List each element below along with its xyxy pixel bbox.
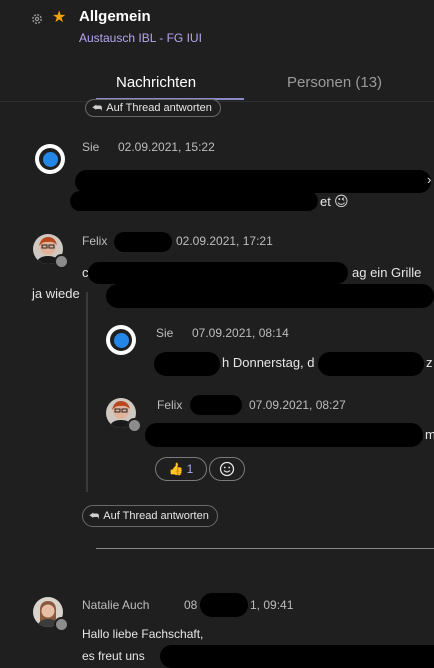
message-timestamp: 02.09.2021, 17:21: [176, 234, 273, 248]
reply-author: Sie: [156, 326, 174, 340]
add-reaction-button[interactable]: [209, 457, 245, 481]
redacted-block: [75, 170, 431, 193]
reply-timestamp: 07.09.2021, 08:27: [249, 398, 346, 412]
wink-emoji-icon: 😉: [334, 193, 349, 209]
message-text-fragment: ja wiede: [32, 286, 80, 301]
avatar-sie[interactable]: [35, 144, 65, 174]
message-timestamp: 08: [184, 598, 198, 612]
thread-line: [86, 292, 88, 492]
status-badge: [127, 418, 142, 433]
reply-text-fragment: z: [426, 355, 433, 370]
status-badge: [54, 254, 69, 269]
reaction-count: 1: [186, 462, 194, 476]
reply-text-fragment: m: [425, 427, 434, 442]
gear-icon[interactable]: [31, 13, 43, 25]
message-author: Natalie Auch: [82, 598, 150, 612]
message-timestamp: 1, 09:41: [250, 598, 294, 612]
message-timestamp: 02.09.2021, 15:22: [118, 140, 215, 154]
redacted-block: [106, 284, 434, 308]
thumbs-up-icon: 👍: [168, 462, 184, 476]
redacted-block: [200, 593, 248, 617]
message-text-line: es freut uns: [82, 649, 145, 663]
star-icon[interactable]: ★: [52, 10, 66, 26]
avatar-sie[interactable]: [106, 325, 136, 355]
thread-separator: [96, 548, 434, 549]
message-text-fragment: ›: [427, 172, 432, 187]
redacted-block: [318, 352, 424, 376]
redacted-block: [70, 191, 318, 211]
tab-nachrichten[interactable]: Nachrichten: [116, 74, 196, 91]
reply-icon: ⮪: [89, 510, 100, 522]
redacted-block: [190, 395, 242, 415]
message-author: Felix: [82, 234, 108, 248]
reply-text-fragment: h Donnerstag, d: [222, 355, 315, 370]
reaction-like-button[interactable]: 👍 1: [155, 457, 207, 481]
message-text-fragment: et: [320, 194, 331, 209]
redacted-block: [154, 352, 220, 376]
reply-thread-button-top[interactable]: ⮪ Auf Thread antworten: [85, 99, 221, 117]
status-badge: [54, 617, 69, 632]
message-text-fragment: ag ein Grille: [352, 265, 422, 280]
redacted-block: [88, 262, 348, 284]
message-text-line: Hallo liebe Fachschaft,: [82, 627, 204, 641]
team-subtitle[interactable]: Austausch IBL - FG IUI: [79, 31, 202, 45]
redacted-block: [145, 423, 423, 447]
reply-icon: ⮪: [92, 102, 103, 114]
redacted-block: [114, 232, 172, 252]
reply-author: Felix: [157, 398, 183, 412]
reply-timestamp: 07.09.2021, 08:14: [192, 326, 289, 340]
message-author: Sie: [82, 140, 100, 154]
reply-thread-button[interactable]: ⮪ Auf Thread antworten: [82, 505, 218, 527]
smiley-add-icon: [219, 461, 235, 477]
tab-personen[interactable]: Personen (13): [287, 74, 382, 91]
channel-title: Allgemein: [79, 8, 151, 25]
redacted-block: [160, 645, 434, 668]
